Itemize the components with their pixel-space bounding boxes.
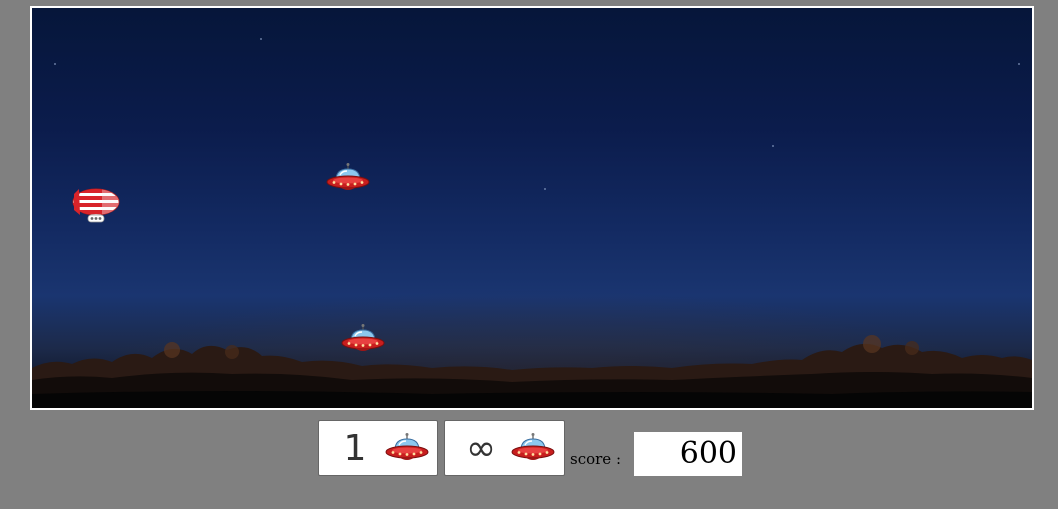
lives-count: 1 [343,427,367,469]
lives-button[interactable]: 1 [318,420,438,476]
player-blimp [72,188,120,223]
star [260,38,262,40]
game-canvas[interactable] [30,6,1034,410]
ufo-icon [511,432,555,464]
star [544,188,546,190]
star [772,145,774,147]
enemy-ufo [341,323,385,355]
star [54,63,56,65]
star [1018,63,1020,65]
enemy-ufo [326,162,370,194]
score-label: score : [570,450,621,468]
treeline-silhouette [32,335,1032,408]
ufo-icon [385,432,429,464]
hud-bar: 1 ∞ score : 600 [0,420,1058,480]
score-value: 600 [634,432,742,476]
ammo-button[interactable]: ∞ [444,420,565,476]
ammo-count: ∞ [466,427,496,469]
